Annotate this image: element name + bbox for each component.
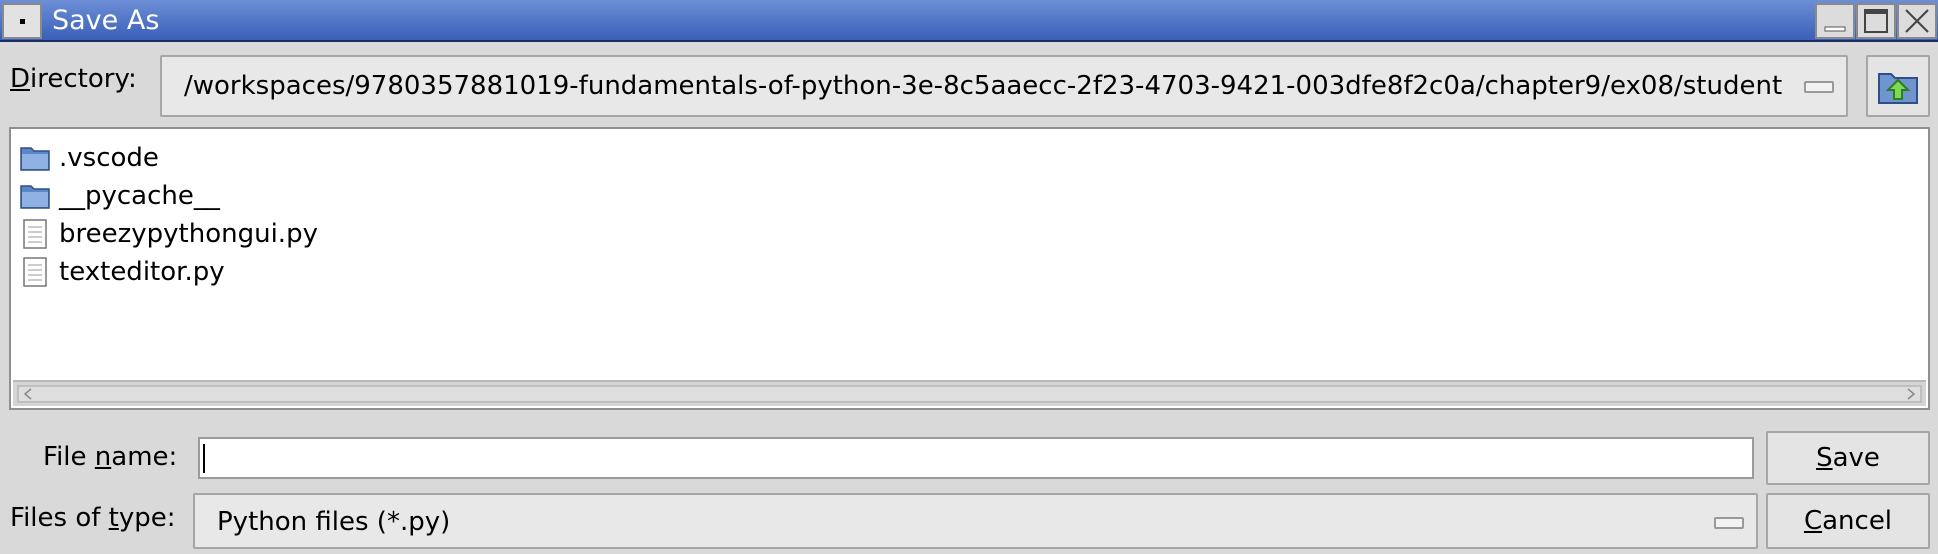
file-icon — [19, 218, 51, 250]
minimize-icon — [1824, 26, 1846, 32]
up-directory-button[interactable] — [1866, 55, 1930, 117]
file-type-label: Files of type: — [10, 503, 176, 533]
file-type-combobox[interactable]: Python files (*.py) — [193, 493, 1758, 549]
window-title: Save As — [52, 5, 160, 36]
scroll-left-icon[interactable] — [19, 385, 37, 403]
close-button[interactable] — [1897, 3, 1937, 39]
maximize-button[interactable] — [1856, 3, 1896, 39]
list-item-name: texteditor.py — [59, 257, 225, 287]
minimize-button[interactable] — [1815, 3, 1855, 39]
file-name-label: File name: — [43, 442, 178, 472]
up-folder-icon — [1878, 73, 1918, 104]
list-item-file[interactable]: breezypythongui.py — [19, 217, 318, 251]
scroll-right-icon[interactable] — [1902, 385, 1920, 403]
dropdown-indicator-icon — [1714, 517, 1744, 529]
file-list[interactable]: .vscode __pycache__ breezypythongui.py t… — [9, 127, 1930, 410]
close-icon — [1905, 9, 1929, 33]
list-item-name: __pycache__ — [59, 181, 220, 211]
dropdown-indicator-icon — [1804, 81, 1834, 93]
file-icon — [19, 256, 51, 288]
list-item-name: breezypythongui.py — [59, 219, 318, 249]
directory-label: Directory: — [10, 64, 137, 94]
system-menu-button[interactable] — [2, 3, 42, 39]
folder-icon — [19, 180, 51, 212]
folder-icon — [19, 142, 51, 174]
list-item-name: .vscode — [59, 143, 159, 173]
directory-combobox[interactable]: /workspaces/9780357881019-fundamentals-o… — [160, 55, 1848, 117]
cancel-button[interactable]: Cancel — [1766, 493, 1930, 549]
scrollbar-track[interactable] — [17, 385, 1922, 403]
horizontal-scrollbar[interactable] — [13, 380, 1926, 406]
text-cursor — [203, 444, 205, 473]
list-item-file[interactable]: texteditor.py — [19, 255, 225, 289]
file-type-selected: Python files (*.py) — [217, 507, 451, 537]
menu-dot-icon — [19, 18, 25, 24]
title-bar[interactable]: Save As — [0, 0, 1938, 42]
list-item-folder[interactable]: __pycache__ — [19, 179, 220, 213]
save-button[interactable]: Save — [1766, 431, 1930, 485]
maximize-icon — [1864, 9, 1888, 33]
list-item-folder[interactable]: .vscode — [19, 141, 159, 175]
file-name-input[interactable] — [198, 437, 1754, 479]
directory-path: /workspaces/9780357881019-fundamentals-o… — [184, 71, 1783, 101]
